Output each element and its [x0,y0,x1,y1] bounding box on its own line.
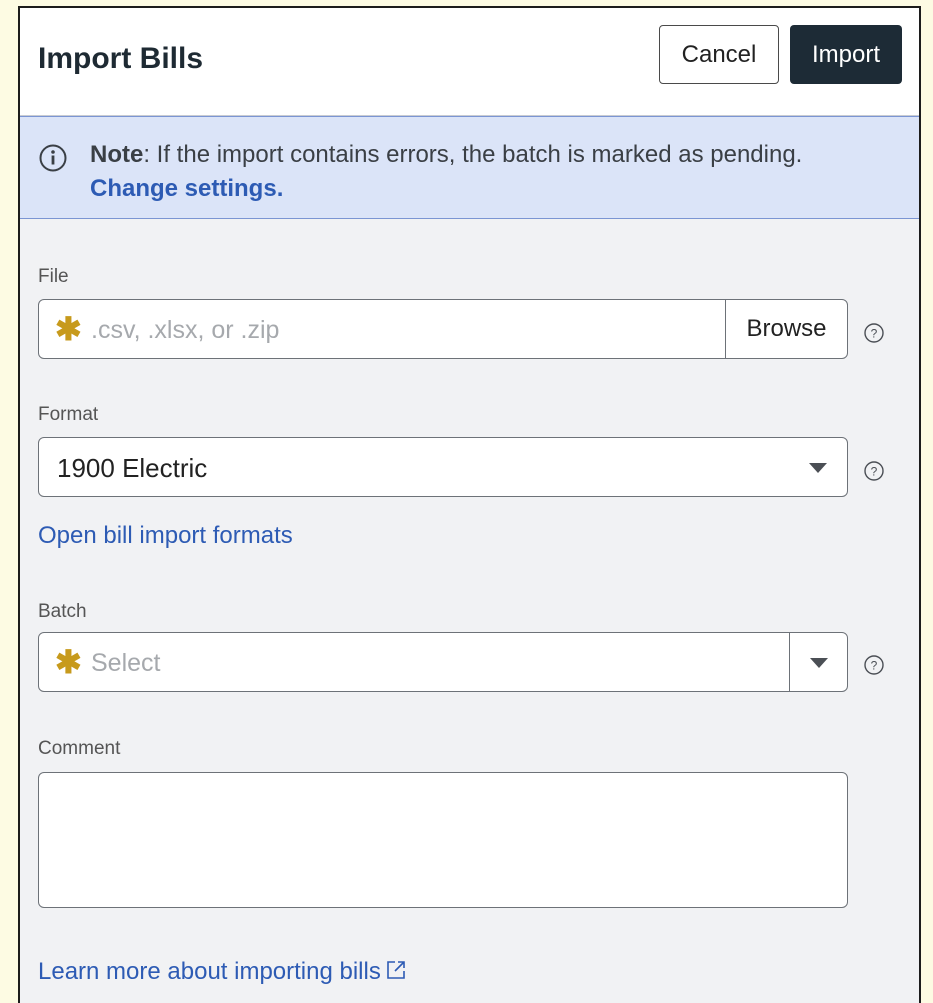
batch-dropdown-toggle[interactable] [789,633,847,691]
batch-label: Batch [38,601,87,622]
svg-text:?: ? [871,659,878,673]
batch-select[interactable]: ✱ Select [38,632,848,692]
comment-textarea[interactable] [38,772,848,908]
chevron-down-icon [810,658,828,668]
file-placeholder: .csv, .xlsx, or .zip [91,316,280,344]
file-label: File [38,266,69,287]
info-icon [39,144,67,172]
required-asterisk-icon: ✱ [55,311,82,347]
svg-text:?: ? [871,327,878,341]
change-settings-link[interactable]: Change settings. [90,175,283,203]
browse-button[interactable]: Browse [725,300,847,358]
learn-more-label: Learn more about importing bills [38,958,381,985]
chevron-down-icon [809,463,827,473]
format-help-icon[interactable]: ? [863,460,885,482]
file-help-icon[interactable]: ? [863,322,885,344]
batch-placeholder: Select [91,649,161,677]
svg-text:?: ? [871,465,878,479]
external-link-icon [387,961,405,979]
format-select[interactable]: 1900 Electric [38,437,848,497]
file-field[interactable]: ✱ .csv, .xlsx, or .zip Browse [38,299,848,359]
format-label: Format [38,404,99,425]
open-bill-import-formats-link[interactable]: Open bill import formats [38,522,293,550]
format-value: 1900 Electric [57,453,208,483]
banner-message: Note: If the import contains errors, the… [90,141,802,169]
import-bills-dialog: Import Bills Cancel Import Note: If the … [18,6,921,1003]
dialog-title: Import Bills [38,42,204,75]
cancel-button[interactable]: Cancel [659,25,779,84]
import-button[interactable]: Import [790,25,902,84]
info-banner: Note: If the import contains errors, the… [20,116,919,219]
note-label: Note [90,141,144,168]
comment-label: Comment [38,738,121,759]
banner-text: : If the import contains errors, the bat… [143,141,803,168]
learn-more-link[interactable]: Learn more about importing bills [38,958,407,986]
dialog-header: Import Bills Cancel Import [20,8,919,116]
batch-help-icon[interactable]: ? [863,654,885,676]
required-asterisk-icon: ✱ [55,644,82,680]
